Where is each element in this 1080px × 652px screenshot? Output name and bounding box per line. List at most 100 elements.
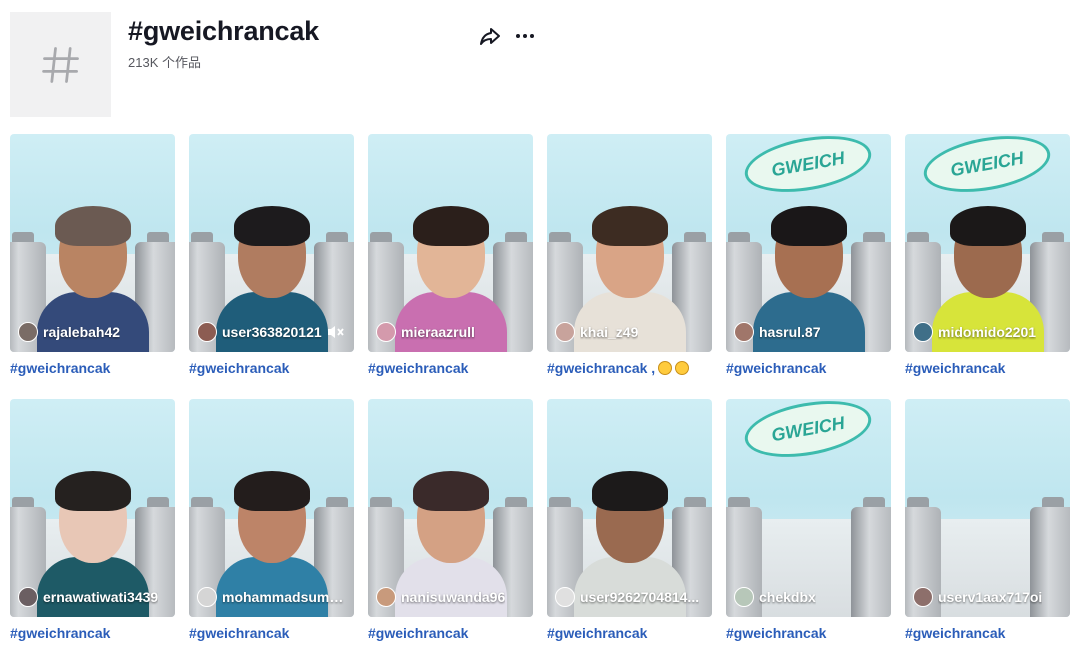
creator-username[interactable]: midomido2201 bbox=[938, 324, 1036, 340]
creator-username[interactable]: rajalebah42 bbox=[43, 324, 120, 340]
caption-hashtag[interactable]: #gweichrancak bbox=[368, 625, 468, 641]
video-thumbnail[interactable]: GWEICH chekdbx bbox=[726, 399, 891, 617]
creator-row[interactable]: user363820121 bbox=[197, 322, 348, 342]
caption-hashtag[interactable]: #gweichrancak bbox=[189, 360, 289, 376]
creator-hair bbox=[591, 471, 668, 511]
creator-username[interactable]: mohammadsumo... bbox=[222, 589, 348, 605]
avatar[interactable] bbox=[376, 322, 396, 342]
video-caption[interactable]: #gweichrancak bbox=[189, 360, 354, 378]
creator-row[interactable]: ernawatiwati3439 bbox=[18, 587, 169, 607]
creator-row[interactable]: userv1aax717oi bbox=[913, 587, 1064, 607]
creator-username[interactable]: khai_z49 bbox=[580, 324, 638, 340]
hashtag-header: #gweichrancak 213K 个作品 bbox=[10, 12, 1070, 118]
caption-hashtag[interactable]: #gweichrancak bbox=[547, 360, 647, 376]
caption-hashtag[interactable]: #gweichrancak bbox=[905, 625, 1005, 641]
avatar[interactable] bbox=[913, 587, 933, 607]
creator-row[interactable]: midomido2201 bbox=[913, 322, 1064, 342]
creator-row[interactable]: rajalebah42 bbox=[18, 322, 169, 342]
caption-hashtag[interactable]: #gweichrancak bbox=[726, 360, 826, 376]
creator-username[interactable]: user363820121 bbox=[222, 324, 322, 340]
video-caption[interactable]: #gweichrancak bbox=[547, 625, 712, 643]
caption-hashtag[interactable]: #gweichrancak bbox=[547, 625, 647, 641]
creator-row[interactable]: khai_z49 bbox=[555, 322, 706, 342]
video-thumbnail[interactable]: ernawatiwati3439 bbox=[10, 399, 175, 617]
video-card[interactable]: user363820121 #gweichrancak bbox=[189, 134, 354, 387]
avatar[interactable] bbox=[555, 322, 575, 342]
video-card[interactable]: khai_z49 #gweichrancak , bbox=[547, 134, 712, 387]
creator-hair bbox=[54, 471, 131, 511]
video-caption[interactable]: #gweichrancak bbox=[10, 625, 175, 643]
creator-row[interactable]: mohammadsumo... bbox=[197, 587, 348, 607]
video-card[interactable]: ernawatiwati3439 #gweichrancak bbox=[10, 399, 175, 652]
creator-hair bbox=[412, 206, 489, 246]
video-card[interactable]: nanisuwanda96 #gweichrancak bbox=[368, 399, 533, 652]
video-caption[interactable]: #gweichrancak , bbox=[547, 360, 712, 378]
video-caption[interactable]: #gweichrancak bbox=[905, 360, 1070, 378]
avatar[interactable] bbox=[555, 587, 575, 607]
creator-username[interactable]: nanisuwanda96 bbox=[401, 589, 505, 605]
video-thumbnail[interactable]: mieraazrull bbox=[368, 134, 533, 352]
caption-hashtag[interactable]: #gweichrancak bbox=[10, 360, 110, 376]
avatar[interactable] bbox=[18, 322, 38, 342]
video-card[interactable]: mieraazrull #gweichrancak bbox=[368, 134, 533, 387]
video-card[interactable]: GWEICH hasrul.87 #gweichrancak bbox=[726, 134, 891, 387]
caption-separator: , bbox=[647, 360, 656, 376]
video-thumbnail[interactable]: GWEICH midomido2201 bbox=[905, 134, 1070, 352]
creator-row[interactable]: user9262704814... bbox=[555, 587, 706, 607]
avatar[interactable] bbox=[18, 587, 38, 607]
mute-icon[interactable] bbox=[327, 325, 345, 339]
creator-username[interactable]: user9262704814... bbox=[580, 589, 699, 605]
creator-row[interactable]: hasrul.87 bbox=[734, 322, 885, 342]
avatar[interactable] bbox=[197, 587, 217, 607]
video-thumbnail[interactable]: rajalebah42 bbox=[10, 134, 175, 352]
video-thumbnail[interactable]: user9262704814... bbox=[547, 399, 712, 617]
share-icon[interactable] bbox=[478, 24, 502, 48]
more-icon[interactable] bbox=[513, 24, 537, 48]
caption-hashtag[interactable]: #gweichrancak bbox=[10, 625, 110, 641]
avatar[interactable] bbox=[913, 322, 933, 342]
brand-banner: GWEICH bbox=[740, 134, 876, 201]
creator-username[interactable]: userv1aax717oi bbox=[938, 589, 1042, 605]
video-card[interactable]: user9262704814... #gweichrancak bbox=[547, 399, 712, 652]
creator-row[interactable]: chekdbx bbox=[734, 587, 885, 607]
video-grid: rajalebah42 #gweichrancak user363820121 #gw… bbox=[10, 134, 1070, 652]
video-caption[interactable]: #gweichrancak bbox=[726, 360, 891, 378]
video-thumbnail[interactable]: khai_z49 bbox=[547, 134, 712, 352]
video-caption[interactable]: #gweichrancak bbox=[10, 360, 175, 378]
video-caption[interactable]: #gweichrancak bbox=[189, 625, 354, 643]
creator-row[interactable]: mieraazrull bbox=[376, 322, 527, 342]
video-thumbnail[interactable]: nanisuwanda96 bbox=[368, 399, 533, 617]
video-thumbnail[interactable]: GWEICH hasrul.87 bbox=[726, 134, 891, 352]
creator-username[interactable]: mieraazrull bbox=[401, 324, 475, 340]
caption-hashtag[interactable]: #gweichrancak bbox=[905, 360, 1005, 376]
brand-banner: GWEICH bbox=[919, 134, 1055, 201]
video-card[interactable]: userv1aax717oi #gweichrancak bbox=[905, 399, 1070, 652]
creator-hair bbox=[233, 206, 310, 246]
hashtag-icon bbox=[10, 12, 111, 117]
video-card[interactable]: GWEICH midomido2201 #gweichrancak bbox=[905, 134, 1070, 387]
video-card[interactable]: GWEICH chekdbx #gweichrancak bbox=[726, 399, 891, 652]
avatar[interactable] bbox=[376, 587, 396, 607]
video-card[interactable]: mohammadsumo... #gweichrancak bbox=[189, 399, 354, 652]
video-thumbnail[interactable]: user363820121 bbox=[189, 134, 354, 352]
creator-hair bbox=[233, 471, 310, 511]
video-caption[interactable]: #gweichrancak bbox=[368, 360, 533, 378]
creator-hair bbox=[54, 206, 131, 246]
video-caption[interactable]: #gweichrancak bbox=[905, 625, 1070, 643]
creator-row[interactable]: nanisuwanda96 bbox=[376, 587, 527, 607]
video-thumbnail[interactable]: userv1aax717oi bbox=[905, 399, 1070, 617]
video-card[interactable]: rajalebah42 #gweichrancak bbox=[10, 134, 175, 387]
video-thumbnail[interactable]: mohammadsumo... bbox=[189, 399, 354, 617]
video-caption[interactable]: #gweichrancak bbox=[726, 625, 891, 643]
caption-hashtag[interactable]: #gweichrancak bbox=[189, 625, 289, 641]
avatar[interactable] bbox=[734, 322, 754, 342]
brand-banner: GWEICH bbox=[740, 399, 876, 466]
caption-hashtag[interactable]: #gweichrancak bbox=[726, 625, 826, 641]
avatar[interactable] bbox=[197, 322, 217, 342]
avatar[interactable] bbox=[734, 587, 754, 607]
creator-username[interactable]: chekdbx bbox=[759, 589, 816, 605]
creator-username[interactable]: hasrul.87 bbox=[759, 324, 820, 340]
creator-username[interactable]: ernawatiwati3439 bbox=[43, 589, 158, 605]
video-caption[interactable]: #gweichrancak bbox=[368, 625, 533, 643]
caption-hashtag[interactable]: #gweichrancak bbox=[368, 360, 468, 376]
